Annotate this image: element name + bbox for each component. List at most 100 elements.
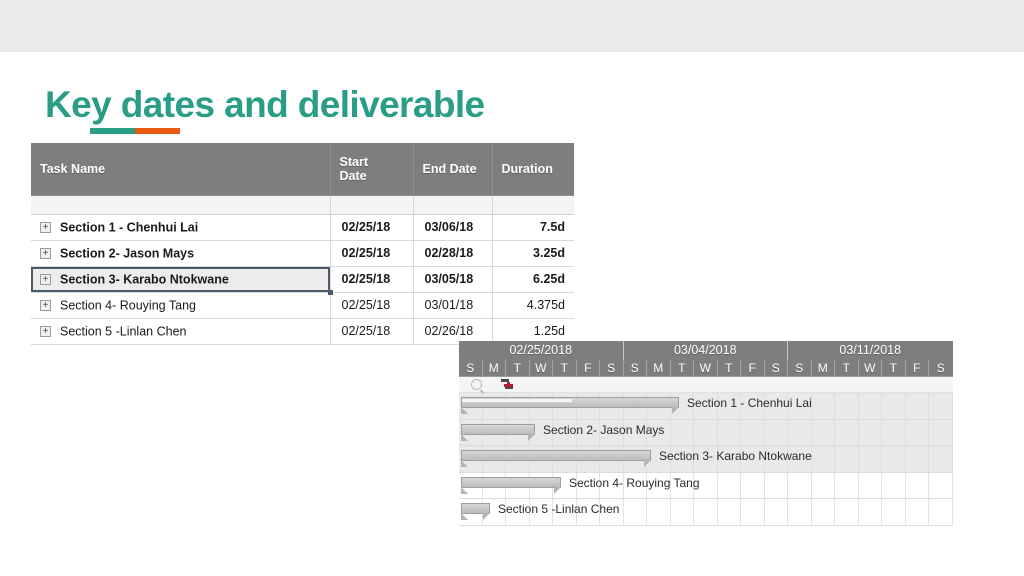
gantt-day-cell: W xyxy=(694,360,718,376)
gantt-bar-right-cap xyxy=(528,433,535,441)
page-title: Key dates and deliverable xyxy=(45,84,485,125)
table-row[interactable]: + Section 2- Jason Mays 02/25/18 02/28/18… xyxy=(31,240,574,267)
gantt-day-cell: M xyxy=(647,360,671,376)
gantt-day-cell: S xyxy=(936,361,945,375)
gantt-bar-right-cap xyxy=(483,513,490,520)
underline-teal-segment xyxy=(90,128,135,134)
expand-icon[interactable]: + xyxy=(40,325,51,337)
gantt-day-cell: T xyxy=(671,360,694,376)
gantt-day-cell: S xyxy=(788,360,812,376)
gantt-week-label: 03/04/2018 xyxy=(624,341,788,360)
gantt-bar-right-cap xyxy=(554,486,561,494)
column-header-start-date[interactable]: Start Date xyxy=(330,143,414,196)
end-date-cell: 03/06/18 xyxy=(413,214,493,241)
start-date-cell: 02/25/18 xyxy=(330,318,414,345)
table-row[interactable]: + Section 1 - Chenhui Lai 02/25/18 03/06/… xyxy=(31,214,574,241)
gantt-summary-bar[interactable] xyxy=(461,423,535,441)
filter-cell-start-date[interactable] xyxy=(330,195,414,215)
gantt-row: Section 1 - Chenhui Lai xyxy=(459,393,953,420)
gantt-day-cell: S xyxy=(624,360,647,376)
gantt-day-cell: S xyxy=(459,360,483,376)
gantt-day-cell: T xyxy=(718,360,741,376)
start-date-cell: 02/25/18 xyxy=(330,240,414,267)
gantt-day-cell: T xyxy=(553,360,577,376)
gantt-bar-label: Section 4- Rouying Tang xyxy=(569,475,700,490)
gantt-bar-right-cap xyxy=(672,407,679,414)
gantt-day-header: SMTWTFSSMTWTFSSMTWTFS xyxy=(459,360,953,377)
filter-row[interactable] xyxy=(31,195,574,215)
expand-icon[interactable]: + xyxy=(40,221,51,233)
gantt-bar-label: Section 3- Karabo Ntokwane xyxy=(659,449,812,463)
start-date-cell: 02/25/18 xyxy=(330,214,414,241)
expand-icon[interactable]: + xyxy=(40,247,51,259)
gantt-row: Section 4- Rouying Tang xyxy=(459,472,953,499)
expand-icon[interactable]: + xyxy=(40,299,51,311)
slide-canvas: Key dates and deliverable Task Name Star… xyxy=(0,0,1024,576)
gantt-toolbar xyxy=(459,377,953,393)
gantt-row: Section 3- Karabo Ntokwane xyxy=(459,446,953,473)
task-link-icon[interactable] xyxy=(501,378,515,391)
end-date-cell: 03/05/18 xyxy=(413,266,493,293)
task-name-cell[interactable]: + Section 4- Rouying Tang xyxy=(31,292,331,319)
magnifier-icon[interactable] xyxy=(471,379,482,390)
gantt-bar-left-cap xyxy=(461,407,468,414)
selection-handle[interactable] xyxy=(327,289,333,295)
gantt-summary-bar[interactable] xyxy=(461,397,679,414)
gantt-chart-panel: 02/25/2018 03/04/2018 03/11/2018 SMTWTFS… xyxy=(459,341,953,541)
gantt-day-cell: M xyxy=(483,360,506,376)
gantt-summary-bar[interactable] xyxy=(461,503,490,520)
start-date-cell: 02/25/18 xyxy=(330,266,414,293)
column-header-task-name[interactable]: Task Name xyxy=(31,143,331,196)
gantt-bar-label: Section 2- Jason Mays xyxy=(543,422,665,437)
table-row-selected[interactable]: + Section 3- Karabo Ntokwane 02/25/18 03/… xyxy=(31,266,574,295)
table-body: + Section 1 - Chenhui Lai 02/25/18 03/06/… xyxy=(31,195,574,345)
gantt-day-cell: T xyxy=(835,360,859,376)
column-header-end-date[interactable]: End Date xyxy=(413,143,493,196)
gantt-day-cell: S xyxy=(600,360,624,376)
title-underline-accent xyxy=(90,128,180,134)
gantt-day-cell: F xyxy=(577,360,600,376)
task-name-cell[interactable]: + Section 3- Karabo Ntokwane xyxy=(31,266,333,295)
gantt-bar-left-cap xyxy=(461,460,468,467)
table-header: Task Name Start Date End Date Duration xyxy=(31,143,574,196)
gantt-bar-label: Section 5 -Linlan Chen xyxy=(498,502,620,516)
start-date-cell: 02/25/18 xyxy=(330,292,414,319)
start-date-line1: Start xyxy=(339,154,368,169)
gantt-week-header: 02/25/2018 03/04/2018 03/11/2018 xyxy=(459,341,953,360)
task-name-label: Section 2- Jason Mays xyxy=(60,246,195,261)
top-decorative-band xyxy=(0,0,1024,52)
table-row[interactable]: + Section 4- Rouying Tang 02/25/18 03/01/… xyxy=(31,292,574,319)
gantt-week-label: 03/11/2018 xyxy=(839,343,902,357)
duration-cell: 4.375d xyxy=(492,292,574,319)
expand-icon[interactable]: + xyxy=(40,273,51,285)
gantt-bar-progress xyxy=(462,399,572,403)
gantt-bar-left-cap xyxy=(461,433,468,441)
gantt-day-cell: M xyxy=(812,360,835,376)
gantt-rows-container: Section 1 - Chenhui Lai Section 2- Jason … xyxy=(459,393,953,526)
gantt-week-label: 02/25/2018 xyxy=(459,341,624,360)
underline-orange-segment xyxy=(135,128,180,134)
gantt-bar-right-cap xyxy=(644,460,651,467)
column-header-duration[interactable]: Duration xyxy=(492,143,574,196)
filter-cell-duration[interactable] xyxy=(492,195,574,215)
task-table: Task Name Start Date End Date Duration +… xyxy=(31,143,574,345)
gantt-day-cell: W xyxy=(859,360,882,376)
filter-cell-task-name[interactable] xyxy=(31,195,331,215)
gantt-day-cell: S xyxy=(765,360,788,376)
gantt-summary-bar[interactable] xyxy=(461,476,561,494)
filter-cell-end-date[interactable] xyxy=(413,195,493,215)
task-name-label: Section 5 -Linlan Chen xyxy=(60,324,187,339)
gantt-bar-left-cap xyxy=(461,513,468,520)
start-date-line2: Date xyxy=(339,168,367,183)
gantt-day-cell: T xyxy=(882,360,906,376)
task-name-cell[interactable]: + Section 2- Jason Mays xyxy=(31,240,331,267)
gantt-row: Section 2- Jason Mays xyxy=(459,419,953,446)
gantt-summary-bar[interactable] xyxy=(461,450,651,467)
task-name-label: Section 1 - Chenhui Lai xyxy=(60,220,199,235)
task-name-cell[interactable]: + Section 5 -Linlan Chen xyxy=(31,318,331,345)
gantt-bar-left-cap xyxy=(461,486,468,494)
task-name-cell[interactable]: + Section 1 - Chenhui Lai xyxy=(31,214,331,241)
duration-cell: 6.25d xyxy=(492,266,574,293)
end-date-cell: 03/01/18 xyxy=(413,292,493,319)
gantt-day-cell: F xyxy=(906,360,929,376)
